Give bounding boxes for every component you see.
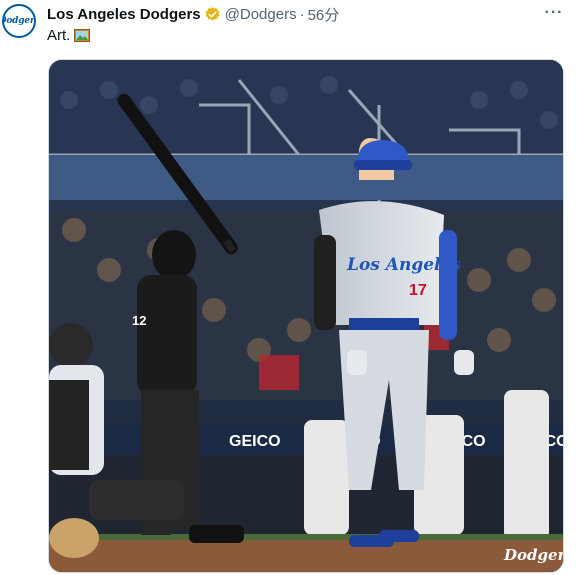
banner-text-1: GEICO [229, 433, 281, 450]
avatar[interactable]: Dodgers [2, 4, 36, 38]
tweet-media-photo[interactable]: GEICO GEICO GEICO GEICO 12 [48, 59, 564, 573]
tweet-text-body: Art. [47, 27, 71, 44]
tweet: Dodgers Los Angeles Dodgers @Dodgers · 5… [0, 0, 578, 575]
more-options-icon[interactable]: ··· [544, 4, 564, 22]
display-name[interactable]: Los Angeles Dodgers [47, 6, 201, 23]
avatar-logo: Dodgers [4, 16, 35, 26]
separator-dot: · [299, 5, 305, 23]
handle[interactable]: @Dodgers [225, 6, 297, 23]
photo-illustration: GEICO GEICO GEICO GEICO 12 [49, 60, 564, 572]
jersey-number: 17 [409, 282, 427, 299]
more-options-label: ··· [544, 4, 564, 21]
framed-picture-icon [74, 29, 91, 42]
verified-badge-icon [205, 6, 219, 21]
dodgers-watermark: Dodgers [503, 546, 564, 564]
tweet-header: Los Angeles Dodgers @Dodgers · 56分 [47, 4, 538, 24]
tweet-text: Art. [47, 27, 91, 44]
timestamp[interactable]: 56分 [308, 4, 340, 25]
umpire-number: 12 [132, 313, 146, 328]
